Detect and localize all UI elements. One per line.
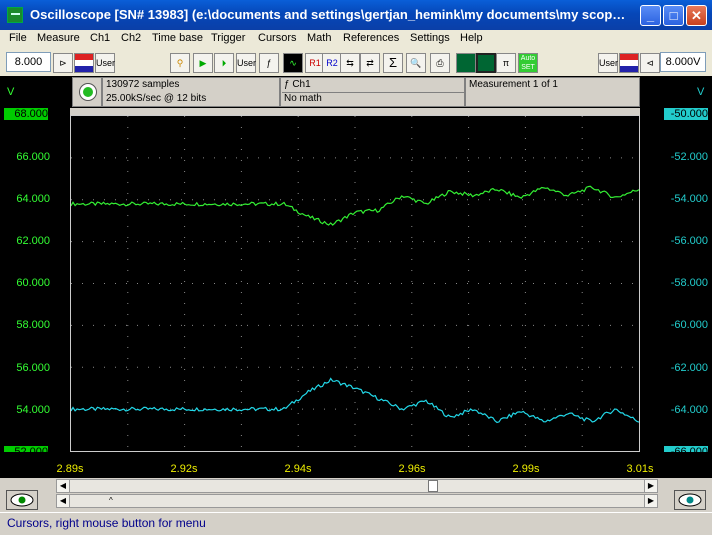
ch2-color-icon[interactable] [619, 53, 639, 73]
math-label: No math [282, 92, 465, 104]
left-tick: 58.000 [16, 319, 50, 331]
waveform-trace [71, 377, 639, 424]
zoom-right-icon[interactable]: ▶ [644, 495, 657, 507]
menu-ch1[interactable]: Ch1 [90, 32, 110, 44]
right-axis-max-box[interactable]: -50.000 [664, 108, 708, 120]
channel-panel: ƒ Ch1 No math [280, 77, 465, 107]
scroll-thumb[interactable] [428, 480, 438, 492]
zoom-left-icon[interactable]: ◀ [57, 495, 70, 507]
time-tick: 2.89s [56, 463, 84, 475]
ch1-color-icon[interactable] [74, 53, 94, 73]
channel-2-display-icon[interactable] [476, 53, 496, 73]
auto-set-button[interactable]: Auto SET [518, 53, 538, 73]
zoom-icon[interactable]: 🔍 [406, 53, 426, 73]
ch1-visibility-button[interactable] [6, 490, 38, 510]
right-tick: -64.000 [670, 404, 708, 416]
channel-1-display-icon[interactable] [456, 53, 476, 73]
menu-bar: File Measure Ch1 Ch2 Time base Trigger C… [0, 30, 712, 48]
right-tick: -58.000 [670, 277, 708, 289]
right-tick: -52.000 [670, 151, 708, 163]
ch2-user-button[interactable]: User [598, 53, 618, 73]
left-axis-unit: V [7, 86, 15, 98]
math-sum-button[interactable]: Σ [383, 53, 403, 73]
time-tick: 3.01s [626, 463, 654, 475]
left-tick: 66.000 [16, 151, 50, 163]
right-axis-unit: V [697, 86, 705, 98]
record-ring-icon [79, 83, 97, 101]
time-scrollbar[interactable]: ◀ ▶ [56, 479, 658, 493]
menu-file[interactable]: File [9, 32, 27, 44]
time-tick: 2.96s [398, 463, 426, 475]
measurement-label: Measurement 1 of 1 [469, 79, 558, 90]
menu-ch2[interactable]: Ch2 [121, 32, 141, 44]
waveform-svg [71, 116, 639, 451]
left-tick: 62.000 [16, 235, 50, 247]
eye-icon [10, 493, 34, 507]
close-button[interactable]: ✕ [686, 5, 707, 26]
sample-rate: 25.00kS/sec @ 12 bits [106, 93, 207, 104]
right-tick: -56.000 [670, 235, 708, 247]
menu-settings[interactable]: Settings [410, 32, 450, 44]
acquisition-panel: 130972 samples 25.00kS/sec @ 12 bits [102, 77, 280, 107]
right-tick: -60.000 [670, 319, 708, 331]
persistence-button[interactable]: π [496, 53, 516, 73]
run-icon[interactable]: ▶ [193, 53, 213, 73]
ch2-sensitivity-field[interactable]: 8.000V [660, 52, 706, 72]
acquisition-indicator[interactable] [72, 77, 102, 107]
left-tick: 64.000 [16, 193, 50, 205]
run-continuous-icon[interactable]: ⏵ [214, 53, 234, 73]
waveform-trace [71, 185, 639, 226]
menu-cursors[interactable]: Cursors [258, 32, 297, 44]
ch1-user-button[interactable]: User [95, 53, 115, 73]
sample-count: 130972 samples [106, 79, 180, 90]
zoom-scrollbar[interactable]: ◀ ^ ▶ [56, 494, 658, 508]
minimize-button[interactable]: _ [640, 5, 661, 26]
reference-2-button[interactable]: R2 [322, 53, 342, 73]
menu-measure[interactable]: Measure [37, 32, 80, 44]
right-tick: -62.000 [670, 362, 708, 374]
timebase-user-button[interactable]: User [236, 53, 256, 73]
menu-references[interactable]: References [343, 32, 399, 44]
menu-help[interactable]: Help [460, 32, 483, 44]
trigger-edge-icon[interactable]: ƒ [259, 53, 279, 73]
left-tick: 56.000 [16, 362, 50, 374]
record-dot-icon [83, 87, 93, 97]
channel-label: ƒ Ch1 [284, 79, 311, 90]
zoom-marker-icon[interactable]: ^ [109, 496, 117, 506]
scroll-left-icon[interactable]: ◀ [57, 480, 70, 492]
ch1-coupling-icon[interactable]: ⊳ [53, 53, 73, 73]
menu-trigger[interactable]: Trigger [211, 32, 245, 44]
left-tick: 60.000 [16, 277, 50, 289]
menu-time-base[interactable]: Time base [152, 32, 203, 44]
status-bar: Cursors, right mouse button for menu [0, 512, 712, 535]
ch2-coupling-icon[interactable]: ⊲ [640, 53, 660, 73]
measurement-panel: Measurement 1 of 1 [465, 77, 640, 107]
eye-icon [678, 493, 702, 507]
copy-to-reference-icon[interactable]: ⇆ [340, 53, 360, 73]
time-tick: 2.92s [170, 463, 198, 475]
status-text: Cursors, right mouse button for menu [7, 516, 206, 530]
time-tick: 2.94s [284, 463, 312, 475]
time-axis [0, 452, 712, 478]
menu-math[interactable]: Math [307, 32, 331, 44]
swap-icon[interactable]: ⇄ [360, 53, 380, 73]
maximize-button[interactable]: □ [663, 5, 684, 26]
print-icon[interactable]: ⎙ [430, 53, 450, 73]
right-tick: -54.000 [670, 193, 708, 205]
display-mode-icon[interactable]: ∿ [283, 53, 303, 73]
oscilloscope-app-icon [7, 7, 23, 23]
ch1-sensitivity-field[interactable]: 8.000 [6, 52, 51, 72]
window-title: Oscilloscope [SN# 13983] (e:\documents a… [30, 7, 626, 22]
left-tick: 54.000 [16, 404, 50, 416]
time-tick: 2.99s [512, 463, 540, 475]
left-axis-max-box[interactable]: 68.000 [4, 108, 48, 120]
ch2-visibility-button[interactable] [674, 490, 706, 510]
probe-icon[interactable]: ⚲ [170, 53, 190, 73]
title-bar: Oscilloscope [SN# 13983] (e:\documents a… [0, 0, 712, 30]
scope-plot[interactable] [70, 115, 640, 452]
scroll-right-icon[interactable]: ▶ [644, 480, 657, 492]
